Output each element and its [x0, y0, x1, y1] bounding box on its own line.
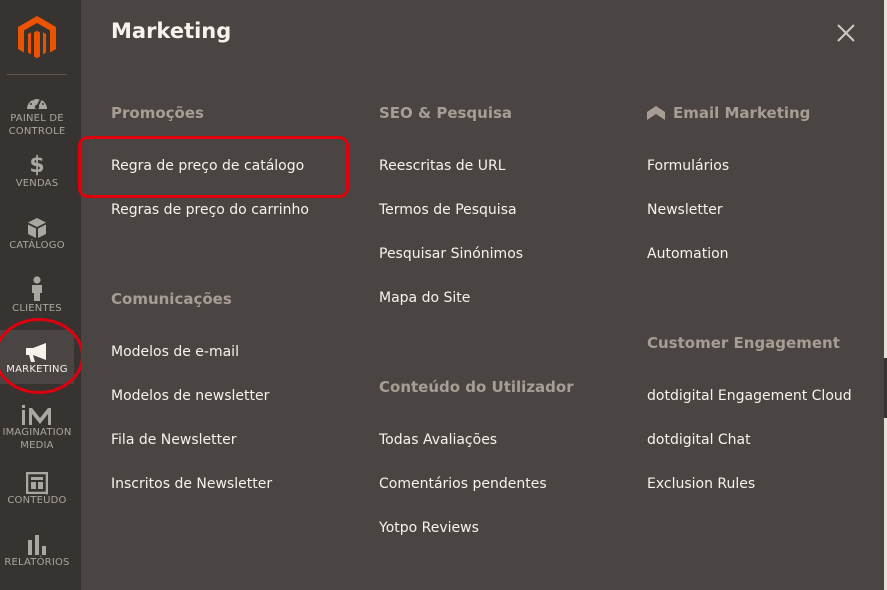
sidebar-item-label: CLIENTES [12, 303, 62, 314]
section-title-text: Email Marketing [673, 104, 811, 122]
link-dotdigital-chat[interactable]: dotdigital Chat [647, 432, 751, 448]
sidebar-item-label: PAINEL DE [10, 113, 64, 124]
link-url-rewrites[interactable]: Reescritas de URL [379, 158, 506, 174]
section-title-customer-engagement: Customer Engagement [647, 334, 840, 352]
dotdigital-icon [647, 106, 665, 120]
layout-icon [26, 470, 48, 494]
section-title-seo-search: SEO & Pesquisa [379, 104, 513, 122]
section-title-user-content: Conteúdo do Utilizador [379, 378, 574, 396]
close-icon [837, 24, 855, 42]
sidebar-item-reports[interactable]: RELATÓRIOS [0, 532, 74, 569]
sidebar-item-label: MEDIA [20, 440, 54, 451]
link-search-terms[interactable]: Termos de Pesquisa [379, 202, 517, 218]
section-title-promotions: Promoções [111, 104, 204, 122]
link-forms[interactable]: Formulários [647, 158, 729, 174]
sidebar-item-label: CATÁLOGO [9, 240, 65, 251]
section-title-communications: Comunicações [111, 290, 232, 308]
sidebar-item-customers[interactable]: CLIENTES [0, 274, 74, 315]
link-email-templates[interactable]: Modelos de e-mail [111, 344, 239, 360]
sidebar-item-label: MARKETING [6, 363, 68, 375]
panel-title: Marketing [111, 19, 232, 43]
link-site-map[interactable]: Mapa do Site [379, 290, 470, 306]
section-title-email-marketing: Email Marketing [647, 104, 810, 122]
link-newsletter-subscribers[interactable]: Inscritos de Newsletter [111, 476, 272, 492]
link-search-synonyms[interactable]: Pesquisar Sinónimos [379, 246, 523, 262]
dollar-icon: $ [29, 153, 45, 178]
sidebar-item-imagination-media[interactable]: IMAGINATION MEDIA [0, 402, 74, 452]
marketing-submenu-panel: Marketing Promoções Regra de preço de ca… [78, 0, 884, 590]
sidebar-item-label: VENDAS [15, 178, 59, 189]
link-automation[interactable]: Automation [647, 246, 729, 262]
admin-sidebar: PAINEL DE CONTROLE $ VENDAS CATÁLOGO CLI… [0, 0, 84, 590]
close-button[interactable] [835, 22, 857, 44]
sidebar-item-label: CONTEÚDO [7, 495, 67, 506]
link-newsletter-templates[interactable]: Modelos de newsletter [111, 388, 269, 404]
link-catalog-price-rule[interactable]: Regra de preço de catálogo [111, 158, 304, 174]
sidebar-item-dashboard[interactable]: PAINEL DE CONTROLE [0, 88, 74, 138]
sidebar-item-label: RELATÓRIOS [4, 557, 70, 568]
sidebar-item-label: IMAGINATION [2, 427, 72, 438]
link-yotpo-reviews[interactable]: Yotpo Reviews [379, 520, 479, 536]
link-exclusion-rules[interactable]: Exclusion Rules [647, 476, 755, 492]
im-logo-icon [21, 402, 53, 426]
magento-logo[interactable] [18, 16, 56, 60]
admin-app: PAINEL DE CONTROLE $ VENDAS CATÁLOGO CLI… [0, 0, 887, 590]
link-cart-price-rules[interactable]: Regras de preço do carrinho [111, 202, 309, 218]
link-engagement-cloud[interactable]: dotdigital Engagement Cloud [647, 388, 852, 404]
box-icon [26, 215, 48, 239]
person-icon [29, 274, 45, 302]
sidebar-divider [7, 74, 67, 75]
link-pending-reviews[interactable]: Comentários pendentes [379, 476, 547, 492]
sidebar-item-sales[interactable]: $ VENDAS [0, 153, 74, 190]
sidebar-item-catalog[interactable]: CATÁLOGO [0, 215, 74, 252]
bar-chart-icon [26, 532, 48, 556]
sidebar-item-marketing[interactable]: MARKETING [0, 330, 74, 384]
link-all-reviews[interactable]: Todas Avaliações [379, 432, 497, 448]
dashboard-icon [25, 88, 49, 112]
sidebar-item-label: CONTROLE [8, 126, 66, 137]
sidebar-item-content[interactable]: CONTEÚDO [0, 470, 74, 507]
megaphone-icon [24, 339, 50, 363]
link-newsletter-queue[interactable]: Fila de Newsletter [111, 432, 236, 448]
link-newsletter[interactable]: Newsletter [647, 202, 723, 218]
